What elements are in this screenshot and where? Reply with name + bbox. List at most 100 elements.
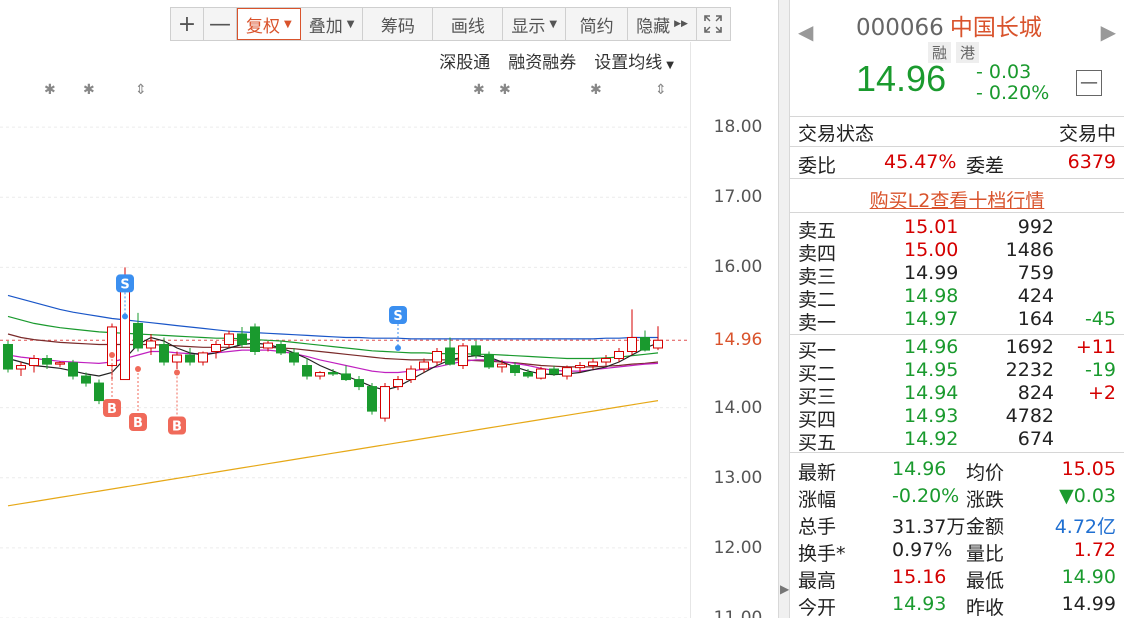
bid-change: +11 — [1075, 336, 1116, 358]
candle-body — [601, 358, 611, 363]
candle-body — [614, 351, 624, 360]
stat-label: 今开 — [798, 597, 837, 618]
bid-volume: 1692 — [1005, 336, 1054, 358]
candle-body — [380, 386, 390, 419]
candle-body — [575, 365, 585, 369]
status-row: 交易状态 交易中 — [798, 119, 1116, 145]
bid-price: 14.92 — [904, 428, 959, 450]
buy-marker-label: B — [107, 402, 117, 417]
sell-marker-label: S — [120, 277, 129, 292]
kline-chart-pane[interactable]: + — 复权 ▼ 叠加 ▼ 筹码 画线 显示 ▼ 简约 隐藏 ▶▶ 深股通 融资融券 设… — [0, 0, 778, 618]
buy-marker-label: B — [172, 420, 182, 435]
candle-body — [471, 345, 481, 356]
next-stock-arrow-icon[interactable]: ▶ — [1101, 20, 1116, 44]
divider — [790, 146, 1124, 147]
ask-label: 卖一 — [798, 312, 837, 334]
status-value: 交易中 — [1058, 123, 1116, 145]
y-tick-label: 17.00 — [713, 187, 763, 208]
ask-row: 卖五 15.01 992 — [798, 216, 1116, 242]
ask-price: 14.98 — [904, 285, 959, 307]
candle-body — [68, 362, 78, 377]
remove-watchlist-button[interactable]: — — [1076, 70, 1102, 96]
stat-value: 31.37万 — [892, 516, 966, 538]
ask-volume: 424 — [1017, 285, 1054, 307]
expand-icon — [704, 15, 723, 33]
stat-label: 换手* — [798, 543, 846, 565]
kline-plot[interactable]: ✱ ✱ ⇕ ✱ ✱ ✱ ⇕ S S B B B — [0, 0, 690, 618]
candle-body — [172, 354, 182, 363]
candle-body — [367, 386, 377, 412]
stat-value: 15.05 — [1061, 458, 1116, 480]
ask-volume: 1486 — [1005, 239, 1054, 261]
updown-marker-icon: ⇕ — [135, 82, 147, 98]
candle-body — [393, 379, 403, 388]
prev-stock-arrow-icon[interactable]: ◀ — [798, 20, 813, 44]
stat-label: 量比 — [966, 543, 1005, 565]
event-star-icon: ✱ — [83, 82, 95, 98]
candle-body — [341, 373, 351, 381]
y-tick-label: 18.00 — [713, 117, 763, 138]
candle-body — [263, 342, 273, 349]
y-tick-label: 14.00 — [713, 397, 763, 418]
weicha-value: 6379 — [1067, 151, 1116, 173]
bid-volume: 674 — [1017, 428, 1054, 450]
ask-row: 卖一 14.97 164 -45 — [798, 308, 1116, 334]
l2-purchase-link[interactable]: 购买L2查看十档行情 — [790, 186, 1124, 213]
candle-body — [523, 372, 533, 377]
candle-body — [315, 372, 325, 377]
bid-price: 14.93 — [904, 405, 959, 427]
weicha-label: 委差 — [966, 155, 1005, 177]
bid-row: 买一 14.96 1692 +11 — [798, 336, 1116, 362]
candle-body — [445, 347, 455, 365]
ask-row: 卖三 14.99 759 — [798, 262, 1116, 288]
stat-value: 0.97% — [892, 539, 953, 561]
stat-label: 最低 — [966, 570, 1005, 592]
candle-body — [29, 358, 39, 367]
stat-value: 14.99 — [1061, 593, 1116, 615]
ask-price: 15.01 — [904, 216, 959, 238]
candle-body — [484, 354, 494, 368]
stat-value: 4.72亿 — [1054, 516, 1116, 538]
ask-row: 卖四 15.00 1486 — [798, 239, 1116, 265]
quote-panel: ◀ ▶ 000066 中国长城 融 港 14.96 - 0.03 - 0.20% … — [790, 0, 1124, 618]
last-price: 14.96 — [856, 58, 947, 99]
candle-body — [432, 351, 442, 363]
bid-row: 买二 14.95 2232 -19 — [798, 359, 1116, 385]
candle-body — [250, 326, 260, 353]
bid-row: 买四 14.93 4782 — [798, 405, 1116, 431]
bid-change: +2 — [1087, 382, 1116, 404]
stats-row: 涨幅 -0.20% 涨跌 ▼0.03 — [798, 485, 1116, 511]
candle-body — [198, 352, 208, 363]
weibi-label: 委比 — [798, 155, 837, 177]
candle-body — [55, 362, 65, 365]
stat-label: 涨幅 — [798, 489, 837, 511]
stat-value: -0.20% — [892, 485, 960, 507]
panel-collapse-handle[interactable]: ▶ — [778, 0, 790, 618]
stock-header: 000066 中国长城 — [856, 8, 1042, 42]
candle-body — [497, 363, 507, 368]
candle-body — [94, 382, 104, 402]
stat-value: 14.93 — [892, 593, 947, 615]
stat-label: 最新 — [798, 462, 837, 484]
candle-body — [627, 336, 637, 353]
candle-body — [406, 368, 416, 381]
stats-row: 最新 14.96 均价 15.05 — [798, 458, 1116, 484]
candle-body — [237, 333, 247, 345]
divider — [790, 116, 1124, 117]
weibi-value: 45.47% — [884, 151, 957, 173]
candle-body — [562, 367, 572, 377]
price-change: - 0.03 - 0.20% — [976, 62, 1049, 104]
stat-label: 金额 — [966, 516, 1005, 538]
y-tick-label: 12.00 — [713, 537, 763, 558]
expand-button[interactable] — [697, 8, 730, 40]
updown-marker-icon: ⇕ — [655, 82, 667, 98]
bid-price: 14.94 — [904, 382, 959, 404]
ask-price: 14.99 — [904, 262, 959, 284]
candle-body — [159, 343, 169, 363]
ask-price: 15.00 — [904, 239, 959, 261]
stat-value: 14.96 — [892, 458, 947, 480]
ma-line-2 — [7, 315, 659, 360]
sell-marker-dot — [395, 344, 401, 351]
bid-price: 14.95 — [904, 359, 959, 381]
stat-value: 14.90 — [1061, 566, 1116, 588]
